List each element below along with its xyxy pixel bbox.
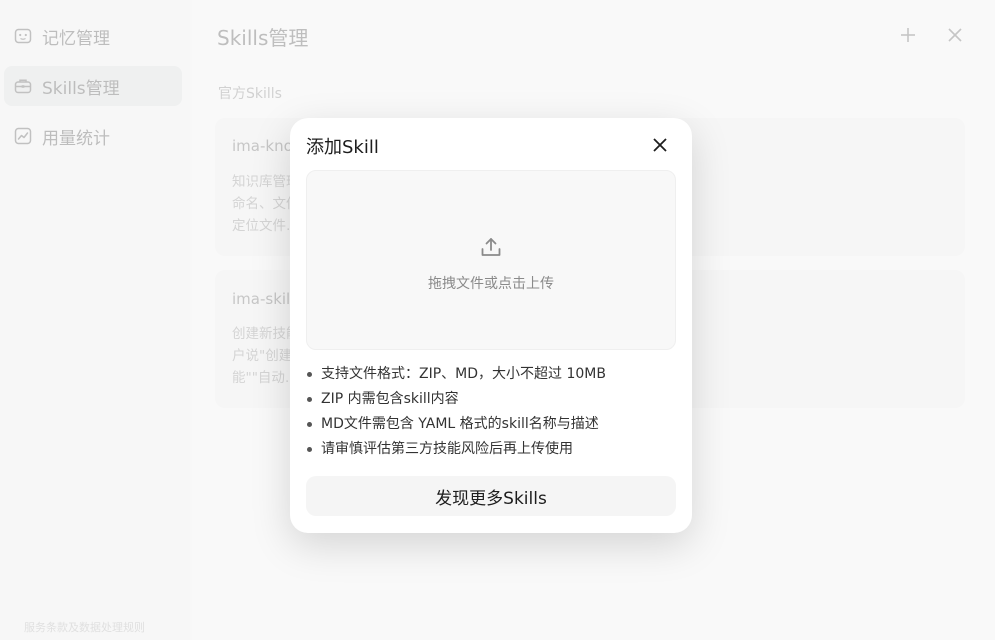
upload-icon <box>479 235 503 263</box>
dialog-close-button[interactable] <box>650 135 670 155</box>
discover-more-skills-button[interactable]: 发现更多Skills <box>306 476 676 516</box>
close-icon <box>653 138 667 152</box>
dropzone-text: 拖拽文件或点击上传 <box>428 276 554 292</box>
list-item: 支持文件格式：ZIP、MD，大小不超过 10MB <box>306 364 676 389</box>
upload-dropzone[interactable]: 拖拽文件或点击上传 <box>306 170 676 350</box>
list-item: 请审慎评估第三方技能风险后再上传使用 <box>306 439 676 464</box>
add-skill-dialog: 添加Skill 拖拽文件或点击上传 支持文件格式：ZIP、MD，大小不超过 10… <box>290 118 692 533</box>
list-item: MD文件需包含 YAML 格式的skill名称与描述 <box>306 414 676 439</box>
list-item: ZIP 内需包含skill内容 <box>306 389 676 414</box>
dialog-title: 添加Skill <box>306 137 379 158</box>
upload-notes: 支持文件格式：ZIP、MD，大小不超过 10MB ZIP 内需包含skill内容… <box>306 364 676 464</box>
